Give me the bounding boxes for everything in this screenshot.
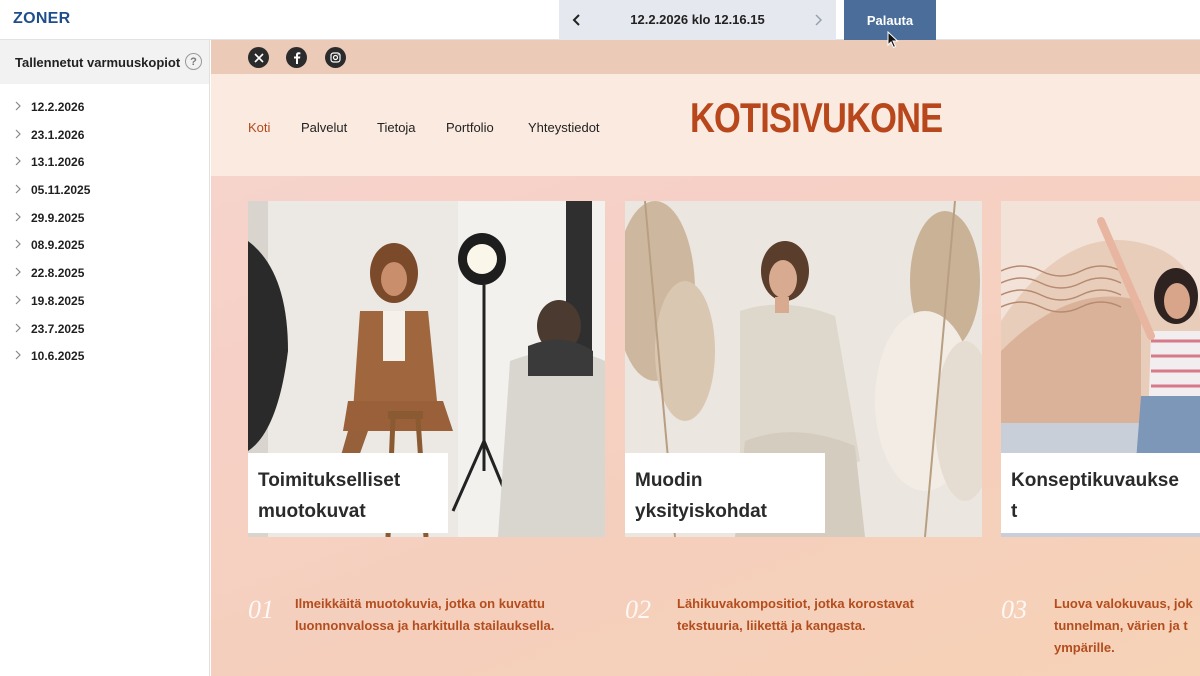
feature-text: Ilmeikkäitä muotokuvia, jotka on kuvattu… bbox=[295, 593, 554, 637]
nav-portfolio[interactable]: Portfolio bbox=[446, 120, 494, 135]
chevron-right-icon bbox=[15, 129, 21, 139]
chevron-right-icon bbox=[15, 240, 21, 249]
chevron-right-icon bbox=[15, 267, 21, 277]
backup-item[interactable]: 10.6.2025 bbox=[0, 342, 209, 370]
nav-contact[interactable]: Yhteystiedot bbox=[528, 120, 600, 135]
chevron-right-icon bbox=[15, 184, 21, 194]
backup-item[interactable]: 23.7.2025 bbox=[0, 315, 209, 343]
next-backup-button[interactable] bbox=[806, 8, 830, 32]
feature-number: 02 bbox=[625, 595, 651, 624]
card-title-line: muotokuvat bbox=[258, 501, 366, 522]
card-title-line: Konseptikuvaukse bbox=[1011, 470, 1179, 491]
site-brand-logo[interactable]: KOTISIVUKONE bbox=[690, 94, 943, 142]
backup-item-label: 12.2.2026 bbox=[31, 100, 85, 114]
backup-item-label: 05.11.2025 bbox=[31, 183, 91, 198]
card-title-line: t bbox=[1011, 501, 1018, 522]
chevron-right-icon bbox=[15, 156, 21, 166]
backup-item-label: 29.9.2025 bbox=[31, 210, 85, 225]
feature-line: Ilmeikkäitä muotokuvia, jotka on kuvattu bbox=[295, 596, 545, 611]
zoner-logo: ZONER bbox=[13, 10, 71, 27]
card-caption: Toimitukselliset muotokuvat bbox=[248, 453, 448, 533]
site-header: Koti Palvelut Tietoja Portfolio Yhteysti… bbox=[211, 74, 1200, 176]
feature-line: tekstuuria, liikettä ja kangasta. bbox=[677, 618, 866, 633]
chevron-right-icon bbox=[15, 295, 21, 305]
card-title-line: Muodin bbox=[635, 470, 703, 491]
backup-item[interactable]: 13.1.2026 bbox=[0, 148, 209, 176]
backup-item-label: 13.1.2026 bbox=[31, 155, 85, 170]
feature-line: Lähikuvakompositiot, jotka korostavat bbox=[677, 596, 914, 611]
backup-item-label: 19.8.2025 bbox=[31, 293, 85, 308]
feature-line: Luova valokuvaus, jok bbox=[1054, 596, 1193, 611]
portfolio-card-concept[interactable]: Konseptikuvaukse t bbox=[1001, 201, 1200, 537]
feature-line: tunnelman, värien ja t bbox=[1054, 618, 1188, 633]
portfolio-card-fashion[interactable]: Muodin yksityiskohdat bbox=[625, 201, 982, 537]
backup-item-label: 23.7.2025 bbox=[31, 321, 85, 336]
mouse-cursor-icon bbox=[887, 31, 899, 49]
backup-item-label: 08.9.2025 bbox=[31, 238, 85, 253]
backup-item[interactable]: 05.11.2025 bbox=[0, 176, 209, 204]
backup-sidebar: Tallennetut varmuuskopiot ? 12.2.2026 23… bbox=[0, 40, 210, 676]
top-bar: ZONER 12.2.2026 klo 12.16.15 Palauta bbox=[0, 0, 1200, 40]
sidebar-header: Tallennetut varmuuskopiot ? bbox=[0, 40, 209, 84]
portfolio-card-editorial[interactable]: Toimitukselliset muotokuvat bbox=[248, 201, 605, 537]
card-caption: Konseptikuvaukse t bbox=[1001, 453, 1200, 533]
help-icon[interactable]: ? bbox=[185, 53, 202, 70]
backup-item-label: 23.1.2026 bbox=[31, 127, 85, 142]
backup-item[interactable]: 23.1.2026 bbox=[0, 121, 209, 149]
feature-number: 03 bbox=[1001, 595, 1027, 624]
backup-item[interactable]: 12.2.2026 bbox=[0, 93, 209, 121]
feature-line: luonnonvalossa ja harkitulla stailauksel… bbox=[295, 618, 555, 633]
backup-item[interactable]: 29.9.2025 bbox=[0, 204, 209, 232]
facebook-icon[interactable] bbox=[286, 47, 307, 68]
backup-list: 12.2.2026 23.1.2026 13.1.2026 05.11.2025… bbox=[0, 84, 209, 370]
chevron-right-icon bbox=[15, 350, 21, 360]
feature-number: 01 bbox=[248, 595, 274, 624]
nav-home[interactable]: Koti bbox=[248, 120, 270, 135]
chevron-right-icon bbox=[15, 323, 21, 332]
instagram-icon[interactable] bbox=[325, 47, 346, 68]
feature-text: Luova valokuvaus, jok tunnelman, värien … bbox=[1054, 593, 1193, 659]
nav-about[interactable]: Tietoja bbox=[377, 120, 416, 135]
backup-item[interactable]: 08.9.2025 bbox=[0, 231, 209, 259]
backup-date-navigator: 12.2.2026 klo 12.16.15 bbox=[559, 0, 836, 40]
backup-item-label: 10.6.2025 bbox=[31, 349, 85, 364]
backup-date-label: 12.2.2026 klo 12.16.15 bbox=[630, 12, 765, 27]
backup-item[interactable]: 22.8.2025 bbox=[0, 259, 209, 287]
social-bar bbox=[211, 40, 1200, 74]
chevron-right-icon bbox=[15, 101, 21, 111]
card-title-line: Toimitukselliset bbox=[258, 470, 401, 491]
sidebar-title: Tallennetut varmuuskopiot bbox=[15, 55, 181, 70]
nav-services[interactable]: Palvelut bbox=[301, 120, 347, 135]
x-icon[interactable] bbox=[248, 47, 269, 68]
feature-text: Lähikuvakompositiot, jotka korostavat te… bbox=[677, 593, 914, 637]
card-caption: Muodin yksityiskohdat bbox=[625, 453, 825, 533]
chevron-right-icon bbox=[815, 14, 823, 26]
backup-item[interactable]: 19.8.2025 bbox=[0, 287, 209, 315]
feature-line: ympärille. bbox=[1054, 640, 1115, 655]
website-preview: Koti Palvelut Tietoja Portfolio Yhteysti… bbox=[211, 40, 1200, 676]
backup-item-label: 22.8.2025 bbox=[31, 266, 85, 281]
chevron-right-icon bbox=[15, 212, 21, 222]
card-title-line: yksityiskohdat bbox=[635, 501, 767, 522]
